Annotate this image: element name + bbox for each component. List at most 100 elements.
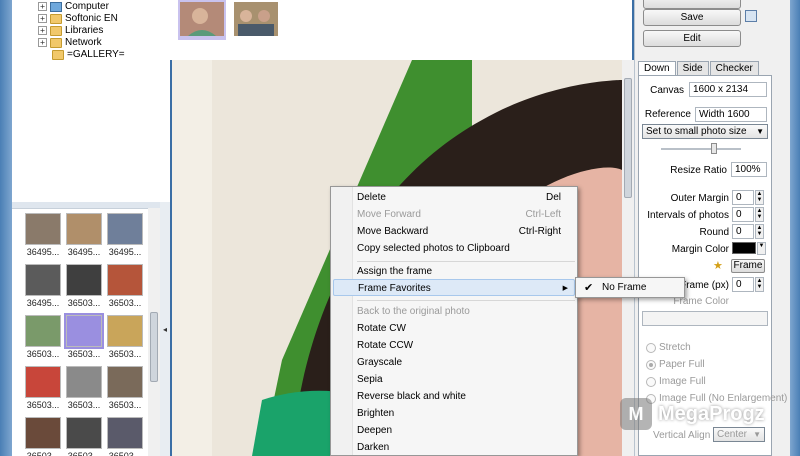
- radio-button[interactable]: [646, 376, 656, 387]
- thumbnail-item[interactable]: 36495...: [24, 264, 62, 314]
- thumbnail-scrollbar[interactable]: [148, 208, 160, 456]
- save-button[interactable]: Save: [643, 9, 741, 26]
- watermark-logo: M: [620, 398, 652, 430]
- edit-button[interactable]: Edit: [643, 30, 741, 47]
- menu-item-move-backward[interactable]: Move Backward Ctrl-Right: [333, 223, 575, 240]
- thumbnail-label: 36495...: [108, 247, 142, 257]
- menu-item-move-forward[interactable]: Move Forward Ctrl-Left: [333, 206, 575, 223]
- thumbnail-label: 36503...: [108, 349, 142, 359]
- frame-button[interactable]: Frame: [731, 259, 765, 273]
- thumbnail-item[interactable]: 36503...: [106, 366, 144, 416]
- window-border-right: [790, 0, 800, 456]
- menu-item-label: Copy selected photos to Clipboard: [357, 243, 510, 254]
- frame-px-stepper[interactable]: ▲ ▼: [755, 277, 764, 292]
- expand-icon[interactable]: +: [38, 2, 47, 11]
- watermark: M MegaProgz: [620, 398, 765, 430]
- outer-margin-field[interactable]: 0: [732, 190, 754, 205]
- radio-button[interactable]: [646, 359, 656, 370]
- thumbnail-item[interactable]: 36503...: [24, 366, 62, 416]
- top-button[interactable]: [643, 0, 741, 9]
- reference-field[interactable]: Width 1600: [695, 107, 767, 122]
- round-stepper[interactable]: ▲ ▼: [755, 224, 764, 239]
- radio-label: Paper Full: [659, 359, 705, 370]
- thumbnail-label: 36503...: [67, 298, 101, 308]
- menu-item-label: Assign the frame: [357, 266, 433, 277]
- thumbnail-item[interactable]: 36503...: [106, 417, 144, 456]
- menu-item-rotate-cw[interactable]: Rotate CW: [333, 320, 575, 337]
- expand-icon[interactable]: +: [38, 38, 47, 47]
- radio-paper-full[interactable]: Paper Full: [646, 359, 705, 370]
- menu-item-assign-frame[interactable]: Assign the frame: [333, 263, 575, 280]
- splitter-grip-icon: ◂: [162, 324, 167, 334]
- thumbnail-item[interactable]: 36503...: [65, 264, 103, 314]
- radio-stretch[interactable]: Stretch: [646, 342, 691, 353]
- thumbnail-item[interactable]: 36503...: [64, 313, 104, 365]
- list-icon[interactable]: [745, 10, 757, 22]
- strip-thumbnail[interactable]: [178, 0, 226, 40]
- menu-item-rotate-ccw[interactable]: Rotate CCW: [333, 337, 575, 354]
- strip-thumbnail[interactable]: [232, 0, 280, 40]
- canvas-label: Canvas: [650, 85, 684, 96]
- expand-icon[interactable]: +: [38, 26, 47, 35]
- resize-ratio-field[interactable]: 100%: [731, 162, 767, 177]
- intervals-field[interactable]: 0: [732, 207, 754, 222]
- radio-label: Stretch: [659, 342, 691, 353]
- frame-px-field[interactable]: 0: [732, 277, 754, 292]
- star-icon[interactable]: ★: [713, 259, 723, 272]
- scrollbar-thumb[interactable]: [624, 78, 632, 198]
- expand-icon[interactable]: +: [38, 14, 47, 23]
- menu-item-delete[interactable]: Delete Del: [333, 189, 575, 206]
- menu-item-deepen[interactable]: Deepen: [333, 422, 575, 439]
- thumbnail-image: [66, 213, 102, 245]
- size-select[interactable]: Set to small photo size ▼: [642, 124, 768, 139]
- submenu-item-no-frame[interactable]: ✔ No Frame: [578, 280, 682, 295]
- menu-separator: [357, 300, 575, 301]
- tree-item-gallery[interactable]: =GALLERY=: [52, 48, 125, 61]
- menu-item-brighten[interactable]: Brighten: [333, 405, 575, 422]
- thumbnail-item[interactable]: 36503...: [24, 315, 62, 365]
- settings-panel: Save Edit Down Side Checker Canvas 1600 …: [634, 0, 790, 456]
- resize-ratio-label: Resize Ratio: [670, 165, 727, 176]
- thumbnail-item[interactable]: 36495...: [24, 213, 62, 263]
- thumbnail-item[interactable]: 36503...: [65, 366, 103, 416]
- round-label: Round: [699, 227, 729, 238]
- menu-item-label: Move Backward: [357, 226, 429, 237]
- thumbnail-image: [64, 313, 104, 349]
- tab-checker[interactable]: Checker: [709, 61, 759, 76]
- tab-side[interactable]: Side: [676, 61, 709, 76]
- frame-name-field: [642, 311, 768, 326]
- thumbnail-item[interactable]: 36503...: [106, 264, 144, 314]
- menu-item-label: Delete: [357, 192, 386, 203]
- pane-splitter-vertical[interactable]: ◂: [160, 202, 170, 456]
- thumbnail-label: 36503...: [26, 451, 60, 456]
- margin-color-picker[interactable]: [732, 242, 756, 254]
- chevron-down-icon[interactable]: ▼: [757, 242, 766, 255]
- thumbnail-label: 36503...: [67, 400, 101, 410]
- scrollbar-thumb[interactable]: [150, 312, 158, 382]
- menu-item-sepia[interactable]: Sepia: [333, 371, 575, 388]
- thumbnail-item[interactable]: 36503...: [24, 417, 62, 456]
- watermark-text: MegaProgz: [658, 402, 765, 425]
- menu-shortcut: Del: [545, 192, 561, 203]
- photo-scrollbar[interactable]: [622, 60, 634, 456]
- tree-item-label: Softonic EN: [65, 13, 118, 24]
- resize-slider-handle[interactable]: [711, 143, 717, 154]
- outer-margin-stepper[interactable]: ▲ ▼: [755, 190, 764, 205]
- thumbnail-item[interactable]: 36503...: [65, 417, 103, 456]
- menu-item-reverse-bw[interactable]: Reverse black and white: [333, 388, 575, 405]
- gallery-strip: [170, 0, 632, 60]
- radio-button[interactable]: [646, 342, 656, 353]
- thumbnail-item[interactable]: 36503...: [106, 315, 144, 365]
- intervals-stepper[interactable]: ▲ ▼: [755, 207, 764, 222]
- folder-icon: [50, 13, 62, 24]
- menu-item-grayscale[interactable]: Grayscale: [333, 354, 575, 371]
- radio-image-full[interactable]: Image Full: [646, 376, 706, 387]
- resize-slider-track[interactable]: [661, 148, 741, 150]
- thumbnail-item[interactable]: 36495...: [65, 213, 103, 263]
- menu-item-darken[interactable]: Darken: [333, 439, 575, 456]
- menu-item-copy-clipboard[interactable]: Copy selected photos to Clipboard: [333, 240, 575, 257]
- menu-item-frame-favorites[interactable]: Frame Favorites ▶: [333, 279, 575, 296]
- thumbnail-item[interactable]: 36495...: [106, 213, 144, 263]
- menu-item-back-original[interactable]: Back to the original photo: [333, 303, 575, 320]
- round-field[interactable]: 0: [732, 224, 754, 239]
